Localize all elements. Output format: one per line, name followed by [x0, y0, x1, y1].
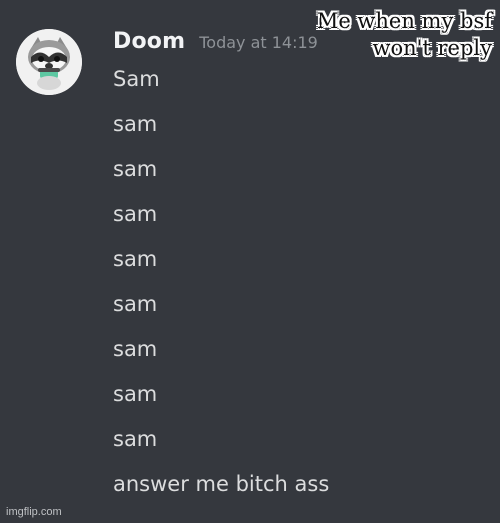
message-text: sam [113, 427, 158, 451]
username[interactable]: Doom [113, 29, 185, 54]
message-text: answer me bitch ass [113, 472, 330, 496]
message-text: sam [113, 292, 158, 316]
message-text: sam [113, 157, 158, 181]
message-text: sam [113, 112, 158, 136]
message-text: Sam [113, 67, 160, 91]
message-text: sam [113, 247, 158, 271]
message-text: sam [113, 202, 158, 226]
message-text: sam [113, 382, 158, 406]
message-list: Sam sam sam sam sam sam sam sam sam answ… [113, 64, 473, 514]
raccoon-avatar-icon[interactable] [16, 29, 82, 95]
imgflip-watermark: imgflip.com [6, 506, 62, 518]
chat-panel: Doom Today at 14:19 Sam sam sam sam sam … [0, 0, 500, 523]
message-text: sam [113, 337, 158, 361]
meme-caption: Me when my bsf won't reply [316, 9, 492, 60]
